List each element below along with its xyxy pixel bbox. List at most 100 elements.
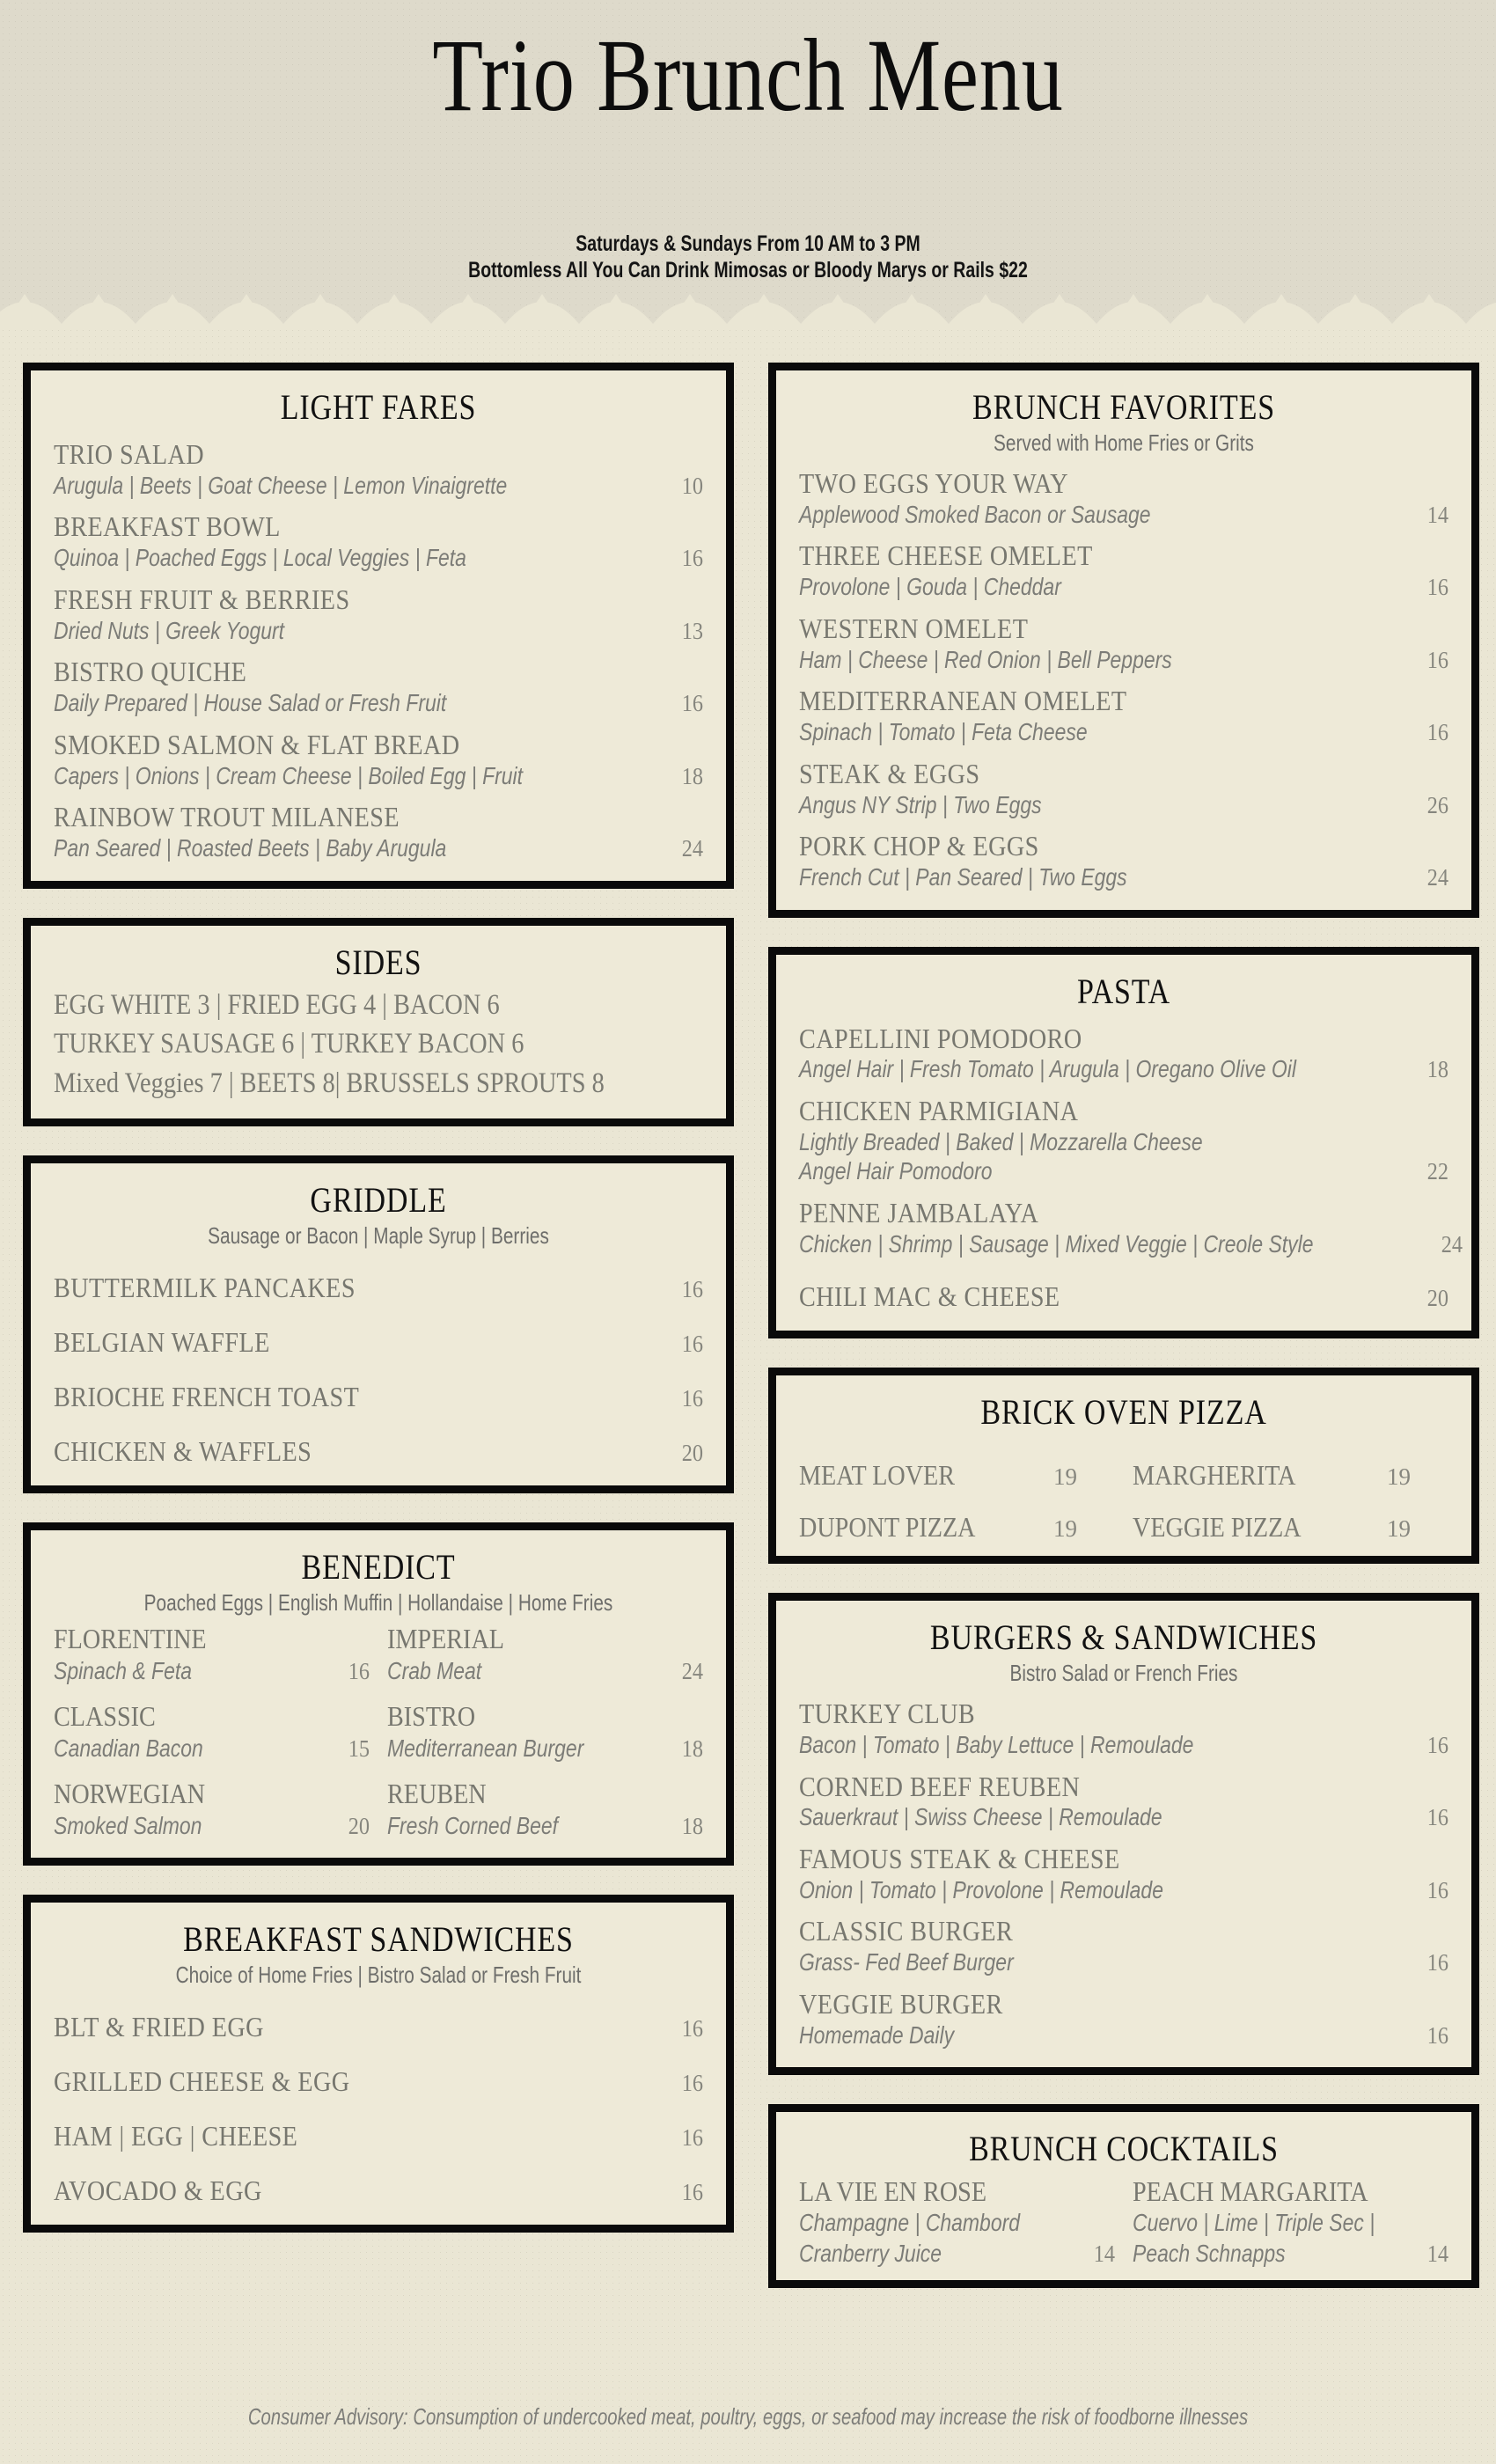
menu-item[interactable]: CHILI MAC & CHEESE 20: [799, 1281, 1448, 1313]
section-benedict: BENEDICT Poached Eggs | English Muffin |…: [23, 1522, 734, 1866]
menu-item[interactable]: FRESH FRUIT & BERRIES Dried Nuts | Greek…: [54, 583, 703, 645]
item-description: Provolone | Gouda | Cheddar: [799, 573, 1061, 601]
menu-item[interactable]: THREE CHEESE OMELET Provolone | Gouda | …: [799, 540, 1448, 601]
menu-item[interactable]: CORNED BEEF REUBEN Sauerkraut | Swiss Ch…: [799, 1771, 1448, 1832]
menu-item[interactable]: AVOCADO & EGG 16: [54, 2174, 703, 2207]
item-price: 16: [1426, 2021, 1448, 2049]
item-price: 10: [681, 472, 703, 499]
item-price: 19: [1387, 1515, 1411, 1543]
item-price: 16: [1426, 1804, 1448, 1831]
item-name: NORWEGIAN: [54, 1778, 206, 1810]
menu-item[interactable]: IMPERIAL Crab Meat 24: [387, 1623, 703, 1685]
menu-item[interactable]: DUPONT PIZZA 19: [799, 1511, 1115, 1544]
menu-item[interactable]: CHICKEN & WAFFLES 20: [54, 1434, 703, 1468]
menu-item[interactable]: BUTTERMILK PANCAKES 16: [54, 1272, 703, 1304]
section-sides: SIDES EGG WHITE 3 | FRIED EGG 4 | BACON …: [23, 917, 734, 1127]
item-price: 18: [681, 1813, 703, 1840]
item-name: VEGGIE BURGER: [799, 1987, 1003, 2020]
sides-line[interactable]: Mixed Veggies 7 | BEETS 8| BRUSSELS SPRO…: [54, 1067, 612, 1101]
section-title: BRUNCH FAVORITES: [972, 387, 1275, 427]
item-name: BUTTERMILK PANCAKES: [54, 1272, 356, 1304]
item-description: Smoked Salmon: [54, 1812, 202, 1840]
menu-item[interactable]: MEAT LOVER 19: [799, 1459, 1115, 1492]
menu-item[interactable]: WESTERN OMELET Ham | Cheese | Red Onion …: [799, 612, 1448, 674]
menu-item[interactable]: SMOKED SALMON & FLAT BREAD Capers | Onio…: [54, 728, 703, 790]
item-name: FAMOUS STEAK & CHEESE: [799, 1843, 1120, 1875]
menu-item[interactable]: CLASSIC BURGER Grass- Fed Beef Burger 16: [799, 1916, 1448, 1976]
menu-item[interactable]: CHICKEN PARMIGIANA Lightly Breaded | Bak…: [799, 1095, 1448, 1186]
item-price: 16: [681, 1276, 703, 1303]
header-band: Trio Brunch Menu Saturdays & Sundays Fro…: [0, 0, 1496, 345]
menu-item[interactable]: HAM | EGG | CHEESE 16: [54, 2120, 703, 2152]
section-burgers-sandwiches: BURGERS & SANDWICHES Bistro Salad or Fre…: [768, 1593, 1479, 2076]
consumer-advisory-text: Consumer Advisory: Consumption of underc…: [247, 2403, 1249, 2430]
menu-item[interactable]: RAINBOW TROUT MILANESE Pan Seared | Roas…: [54, 801, 703, 862]
item-price: 16: [681, 2178, 703, 2205]
item-name: AVOCADO & EGG: [54, 2174, 262, 2206]
menu-item[interactable]: CAPELLINI POMODORO Angel Hair | Fresh To…: [799, 1023, 1448, 1084]
item-price: 22: [1426, 1158, 1448, 1185]
menu-item[interactable]: PEACH MARGARITA Cuervo | Lime | Triple S…: [1133, 2176, 1448, 2267]
item-description-line2: Angel Hair Pomodoro: [799, 1157, 993, 1185]
menu-item[interactable]: NORWEGIAN Smoked Salmon 20: [54, 1778, 370, 1840]
item-name: BISTRO: [387, 1699, 476, 1732]
section-brunch-cocktails: BRUNCH COCKTAILS LA VIE EN ROSE Champagn…: [768, 2104, 1479, 2288]
item-price: 16: [1426, 1949, 1448, 1976]
item-description: Cuervo | Lime | Triple Sec |: [1133, 2208, 1375, 2236]
item-name: MEAT LOVER: [799, 1459, 956, 1492]
menu-item[interactable]: MARGHERITA 19: [1133, 1459, 1448, 1492]
menu-item[interactable]: MEDITERRANEAN OMELET Spinach | Tomato | …: [799, 685, 1448, 746]
section-title: BRICK OVEN PIZZA: [980, 1392, 1267, 1433]
item-price: 16: [1426, 646, 1448, 673]
menu-item[interactable]: PENNE JAMBALAYA Chicken | Shrimp | Sausa…: [799, 1197, 1463, 1258]
menu-item[interactable]: TURKEY CLUB Bacon | Tomato | Baby Lettuc…: [799, 1698, 1448, 1759]
section-subtitle: Choice of Home Fries | Bistro Salad or F…: [175, 1962, 582, 1989]
menu-item[interactable]: LA VIE EN ROSE Champagne | Chambord Cran…: [799, 2176, 1115, 2267]
menu-item[interactable]: TWO EGGS YOUR WAY Applewood Smoked Bacon…: [799, 467, 1448, 529]
item-price: 16: [1426, 1732, 1448, 1759]
item-price: 24: [1426, 863, 1448, 891]
menu-item[interactable]: BISTRO QUICHE Daily Prepared | House Sal…: [54, 656, 703, 717]
sides-line[interactable]: TURKEY SAUSAGE 6 | TURKEY BACON 6: [54, 1027, 612, 1061]
item-name: PORK CHOP & EGGS: [799, 830, 1039, 862]
item-description: Applewood Smoked Bacon or Sausage: [799, 500, 1151, 528]
item-price: 16: [681, 1385, 703, 1412]
item-name: RAINBOW TROUT MILANESE: [54, 801, 400, 833]
menu-item[interactable]: BRIOCHE FRENCH TOAST 16: [54, 1381, 703, 1413]
menu-item[interactable]: BISTRO Mediterranean Burger 18: [387, 1699, 703, 1763]
menu-item[interactable]: REUBEN Fresh Corned Beef 18: [387, 1778, 703, 1840]
hours-text: Saturdays & Sundays From 10 AM to 3 PM: [576, 231, 920, 256]
item-name: BREAKFAST BOWL: [54, 510, 281, 543]
item-name: BRIOCHE FRENCH TOAST: [54, 1381, 360, 1412]
menu-item[interactable]: CLASSIC Canadian Bacon 15: [54, 1700, 370, 1763]
item-price: 16: [1426, 1876, 1448, 1903]
section-brick-oven-pizza: BRICK OVEN PIZZA MEAT LOVER 19 MARGHERIT…: [768, 1368, 1479, 1565]
item-name: SMOKED SALMON & FLAT BREAD: [54, 728, 460, 760]
sides-line[interactable]: EGG WHITE 3 | FRIED EGG 4 | BACON 6: [54, 988, 612, 1023]
item-name: TRIO SALAD: [54, 438, 205, 470]
item-price: 14: [1426, 501, 1448, 528]
item-description: Fresh Corned Beef: [387, 1812, 558, 1840]
menu-item[interactable]: FLORENTINE Spinach & Feta 16: [54, 1623, 370, 1685]
menu-item[interactable]: BREAKFAST BOWL Quinoa | Poached Eggs | L…: [54, 511, 703, 572]
item-name: DUPONT PIZZA: [799, 1511, 976, 1544]
item-name: CHICKEN & WAFFLES: [54, 1434, 312, 1467]
item-name: GRILLED CHEESE & EGG: [54, 2065, 350, 2098]
menu-item[interactable]: VEGGIE BURGER Homemade Daily 16: [799, 1987, 1448, 2050]
section-subtitle: Poached Eggs | English Muffin | Hollanda…: [143, 1588, 613, 1616]
menu-item[interactable]: STEAK & EGGS Angus NY Strip | Two Eggs 2…: [799, 758, 1448, 819]
section-title: BURGERS & SANDWICHES: [929, 1617, 1318, 1658]
item-description: Pan Seared | Roasted Beets | Baby Arugul…: [54, 833, 447, 862]
menu-item[interactable]: PORK CHOP & EGGS French Cut | Pan Seared…: [799, 830, 1448, 891]
item-description: Ham | Cheese | Red Onion | Bell Peppers: [799, 645, 1172, 673]
item-price: 20: [1426, 1285, 1448, 1312]
item-description: Spinach & Feta: [54, 1656, 192, 1684]
menu-item[interactable]: TRIO SALAD Arugula | Beets | Goat Cheese…: [54, 438, 703, 500]
menu-item[interactable]: BLT & FRIED EGG 16: [54, 2011, 703, 2043]
item-price: 16: [681, 2015, 703, 2042]
menu-item[interactable]: FAMOUS STEAK & CHEESE Onion | Tomato | P…: [799, 1843, 1448, 1904]
menu-item[interactable]: VEGGIE PIZZA 19: [1133, 1511, 1448, 1544]
item-name: WESTERN OMELET: [799, 612, 1029, 644]
menu-item[interactable]: GRILLED CHEESE & EGG 16: [54, 2065, 703, 2098]
menu-item[interactable]: BELGIAN WAFFLE 16: [54, 1326, 703, 1359]
